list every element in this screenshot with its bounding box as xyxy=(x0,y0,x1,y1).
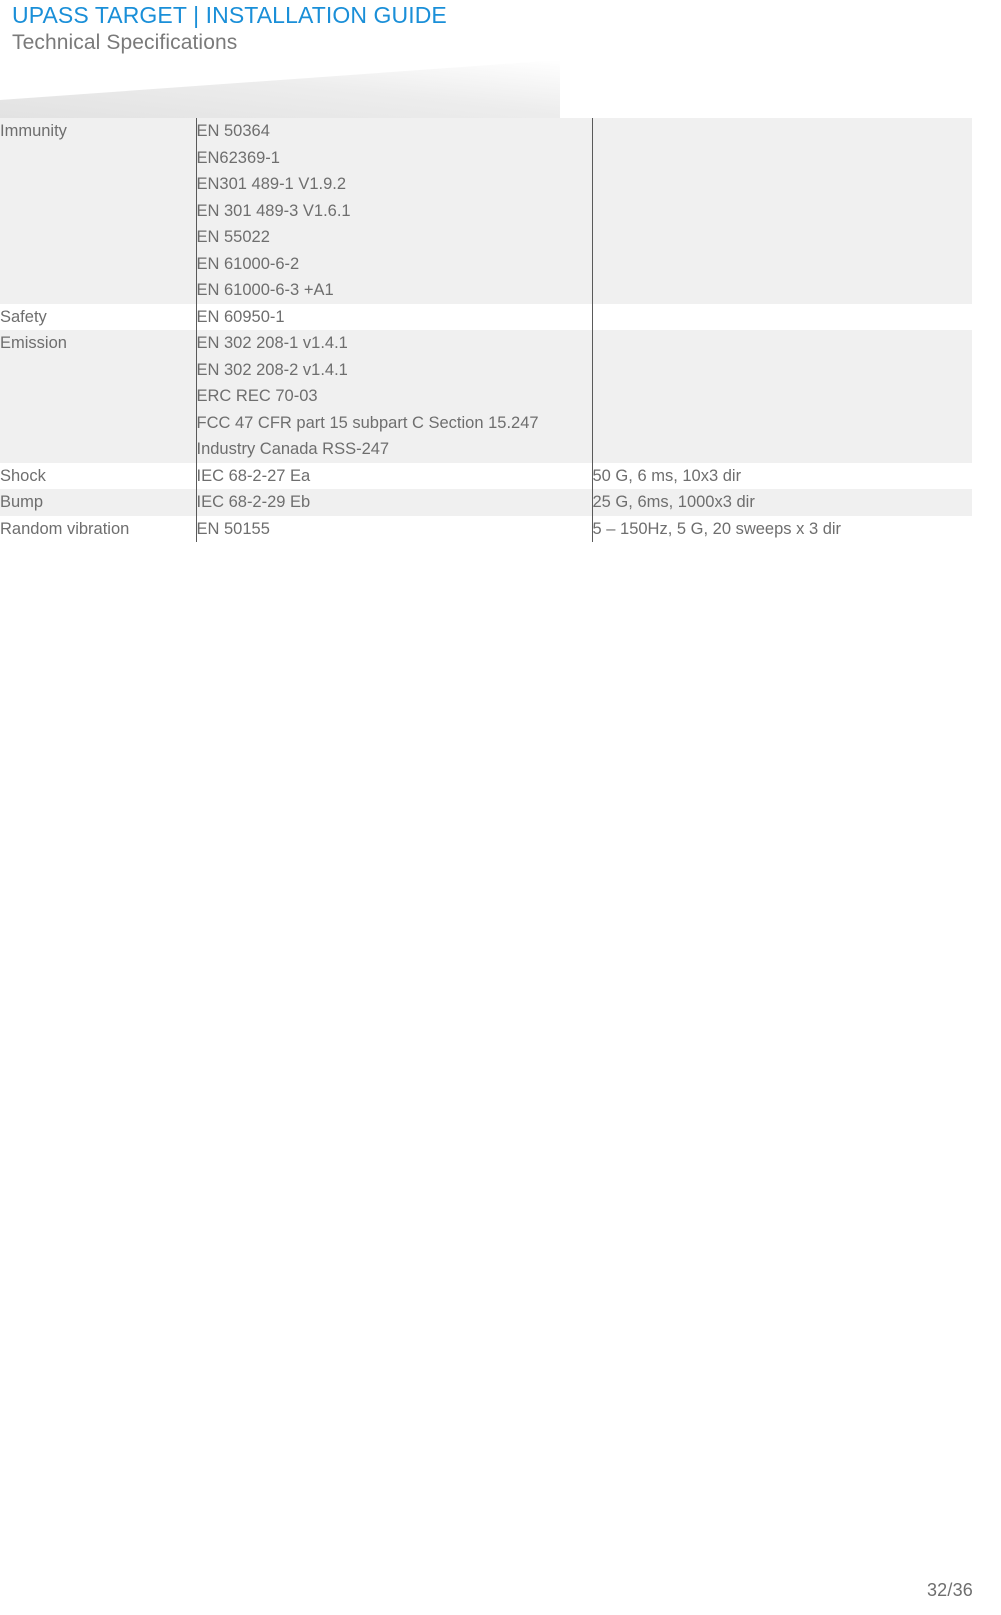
row-standard: EN 50364 EN62369-1 EN301 489-1 V1.9.2 EN… xyxy=(196,122,351,299)
row-standard-cell: EN 302 208-1 v1.4.1 EN 302 208-2 v1.4.1 … xyxy=(195,330,592,463)
row-label-cell: Immunity xyxy=(0,118,196,304)
row-standard: EN 50155 xyxy=(196,519,270,538)
row-standard-cell: IEC 68-2-29 Eb xyxy=(195,489,592,516)
row-standard: IEC 68-2-27 Ea xyxy=(196,466,311,485)
row-standard: EN 302 208-1 v1.4.1 EN 302 208-2 v1.4.1 … xyxy=(196,334,539,458)
row-standard-cell: EN 60950-1 xyxy=(195,303,592,330)
page-number: 32/36 xyxy=(926,1580,973,1600)
row-label: Shock xyxy=(0,466,46,485)
row-label: Emission xyxy=(0,334,67,352)
technical-specifications-table: Immunity EN 50364 EN62369-1 EN301 489-1 … xyxy=(0,118,972,542)
row-label-cell: Bump xyxy=(0,489,196,516)
table-row: Immunity EN 50364 EN62369-1 EN301 489-1 … xyxy=(0,118,972,304)
document-title: UPASS TARGET | INSTALLATION GUIDE xyxy=(12,2,447,28)
row-value: 50 G, 6 ms, 10x3 dir xyxy=(592,466,742,485)
row-value-cell: 5 – 150Hz, 5 G, 20 sweeps x 3 dir xyxy=(591,515,972,542)
table-body: Immunity EN 50364 EN62369-1 EN301 489-1 … xyxy=(0,118,972,542)
row-standard-cell: IEC 68-2-27 Ea xyxy=(195,462,592,489)
row-value-cell xyxy=(591,330,972,463)
row-value-cell xyxy=(591,118,972,304)
table-row: Bump IEC 68-2-29 Eb 25 G, 6ms, 1000x3 di… xyxy=(0,489,972,516)
row-standard: EN 60950-1 xyxy=(196,307,285,326)
row-value-cell: 50 G, 6 ms, 10x3 dir xyxy=(591,462,972,489)
row-label: Immunity xyxy=(0,122,67,140)
row-value: 5 – 150Hz, 5 G, 20 sweeps x 3 dir xyxy=(592,519,842,538)
row-label-cell: Emission xyxy=(0,330,196,463)
row-value: 25 G, 6ms, 1000x3 dir xyxy=(592,493,755,511)
decorative-wedge xyxy=(0,60,1001,118)
table-row: Random vibration EN 50155 5 – 150Hz, 5 G… xyxy=(0,515,972,542)
row-standard-cell: EN 50155 xyxy=(195,515,592,542)
row-value-cell: 25 G, 6ms, 1000x3 dir xyxy=(591,489,972,516)
row-label: Bump xyxy=(0,493,44,511)
page-title: Technical Specifications xyxy=(12,31,238,54)
row-label-cell: Safety xyxy=(0,303,196,330)
row-label-cell: Random vibration xyxy=(0,515,196,542)
row-value-cell xyxy=(591,303,972,330)
table-row: Emission EN 302 208-1 v1.4.1 EN 302 208-… xyxy=(0,330,972,463)
row-standard-cell: EN 50364 EN62369-1 EN301 489-1 V1.9.2 EN… xyxy=(195,118,592,304)
table-row: Shock IEC 68-2-27 Ea 50 G, 6 ms, 10x3 di… xyxy=(0,462,972,489)
row-label: Safety xyxy=(0,307,47,326)
row-standard: IEC 68-2-29 Eb xyxy=(196,493,311,511)
table-row: Safety EN 60950-1 xyxy=(0,303,972,330)
page-header: UPASS TARGET | INSTALLATION GUIDE Techni… xyxy=(12,0,972,55)
row-label: Random vibration xyxy=(0,519,130,538)
row-label-cell: Shock xyxy=(0,462,196,489)
